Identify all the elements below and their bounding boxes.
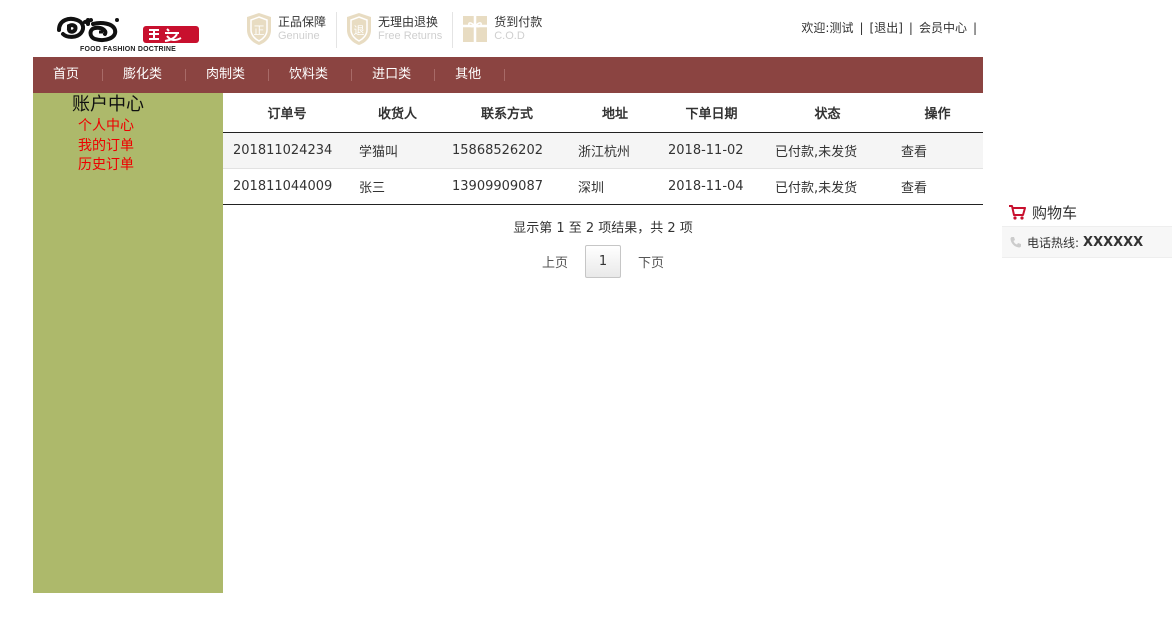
hotline-label: 电话热线: — [1027, 235, 1080, 250]
column-header[interactable]: 地址 — [570, 93, 660, 133]
column-header[interactable]: 收货人 — [351, 93, 444, 133]
phone-cell: 13909909087 — [444, 168, 570, 205]
member-center-link[interactable]: 会员中心 — [919, 21, 967, 35]
order-number-cell: 201811024234 — [223, 132, 351, 169]
promise-genuine: 正 正品保障 Genuine — [245, 12, 338, 48]
gift-icon — [463, 16, 488, 42]
phone-cell: 15868526202 — [444, 132, 570, 169]
column-header[interactable]: 状态 — [763, 93, 892, 133]
table-row: 201811044009 张三 13909909087 深圳 2018-11-0… — [223, 168, 983, 205]
floating-service-box: 购物车 电话热线: XXXXXX — [1002, 200, 1172, 258]
promise-returns: 退 无理由退换 Free Returns — [345, 12, 454, 48]
promise-cod: 货到付款 C.O.D — [461, 12, 552, 48]
date-cell: 2018-11-02 — [660, 132, 763, 169]
returns-icon: 退 — [347, 13, 372, 45]
site-logo[interactable]: FOOD FASHION DOCTRINE — [55, 14, 201, 54]
column-header[interactable]: 联系方式 — [444, 93, 570, 133]
pagination: 上页 1 下页 — [223, 245, 983, 278]
result-summary: 显示第 1 至 2 项结果，共 2 项 — [513, 221, 693, 236]
svg-text:正: 正 — [254, 24, 265, 37]
link-separator: | — [972, 21, 977, 35]
service-promises: 正 正品保障 Genuine 退 无理由退换 Free Returns 货到付款… — [245, 12, 560, 48]
order-number-cell: 201811044009 — [223, 168, 351, 205]
column-header[interactable]: 下单日期 — [660, 93, 763, 133]
column-header: 操作 — [892, 93, 983, 133]
table-row: 201811024234 学猫叫 15868526202 浙江杭州 2018-1… — [223, 132, 983, 169]
next-page-button[interactable]: 下页 — [621, 252, 681, 271]
promise-title: 货到付款 — [494, 15, 543, 29]
logout-link[interactable]: [退出] — [870, 21, 903, 35]
sidebar-item-my-orders[interactable]: 我的订单 — [78, 137, 134, 157]
promise-title: 无理由退换 — [378, 15, 439, 29]
sidebar-item-profile[interactable]: 个人中心 — [78, 117, 134, 137]
status-cell: 已付款,未发货 — [763, 132, 892, 169]
genuine-icon: 正 — [247, 13, 271, 45]
receiver-cell: 张三 — [351, 168, 444, 205]
sidebar-links: 个人中心 我的订单 历史订单 — [78, 117, 134, 176]
address-cell: 浙江杭州 — [570, 132, 660, 169]
nav-item-meat[interactable]: 肉制类 — [186, 57, 270, 93]
action-cell: 查看 — [892, 168, 983, 205]
cart-button[interactable]: 购物车 — [1002, 200, 1172, 224]
promise-subtitle: C.O.D — [494, 30, 525, 42]
nav-item-home[interactable]: 首页 — [33, 57, 104, 93]
promise-subtitle: Free Returns — [378, 30, 443, 42]
hotline-bar: 电话热线: XXXXXX — [1002, 226, 1172, 258]
logo-tagline: FOOD FASHION DOCTRINE — [80, 46, 176, 53]
welcome-text: 欢迎:测试 — [801, 21, 854, 35]
view-order-link[interactable]: 查看 — [901, 181, 927, 196]
promise-subtitle: Genuine — [278, 30, 320, 42]
cart-icon — [1009, 205, 1026, 220]
main-nav: 首页 膨化类 肉制类 饮料类 进口类 其他 — [33, 57, 983, 93]
logo-icon — [57, 16, 199, 43]
nav-item-drinks[interactable]: 饮料类 — [269, 57, 353, 93]
link-separator: | — [859, 21, 864, 35]
cart-label: 购物车 — [1032, 203, 1078, 222]
status-cell: 已付款,未发货 — [763, 168, 892, 205]
column-header[interactable]: 订单号 — [223, 93, 351, 133]
promise-title: 正品保障 — [278, 15, 327, 29]
hotline-number: XXXXXX — [1083, 234, 1144, 250]
date-cell: 2018-11-04 — [660, 168, 763, 205]
nav-item-imported[interactable]: 进口类 — [352, 57, 436, 93]
svg-text:退: 退 — [354, 24, 365, 37]
nav-item-puffed[interactable]: 膨化类 — [103, 57, 187, 93]
address-cell: 深圳 — [570, 168, 660, 205]
receiver-cell: 学猫叫 — [351, 132, 444, 169]
page-button-current[interactable]: 1 — [585, 245, 621, 278]
phone-icon — [1010, 237, 1021, 248]
nav-item-other[interactable]: 其他 — [435, 57, 506, 93]
table-header-row: 订单号 收货人 联系方式 地址 下单日期 状态 操作 — [223, 93, 983, 133]
sidebar-item-order-history[interactable]: 历史订单 — [78, 156, 134, 176]
orders-table: 订单号 收货人 联系方式 地址 下单日期 状态 操作 201811024234 … — [223, 93, 983, 205]
orders-panel: 订单号 收货人 联系方式 地址 下单日期 状态 操作 201811024234 … — [223, 93, 983, 205]
view-order-link[interactable]: 查看 — [901, 145, 927, 160]
sidebar-title: 账户中心 — [72, 94, 144, 115]
action-cell: 查看 — [892, 132, 983, 169]
prev-page-button[interactable]: 上页 — [525, 252, 585, 271]
site-header: FOOD FASHION DOCTRINE 正 正品保障 Genuine 退 无… — [33, 0, 983, 57]
account-sidebar: 账户中心 个人中心 我的订单 历史订单 — [33, 93, 223, 593]
user-links: 欢迎:测试 | [退出] | 会员中心 | — [801, 19, 983, 36]
link-separator: | — [908, 21, 913, 35]
